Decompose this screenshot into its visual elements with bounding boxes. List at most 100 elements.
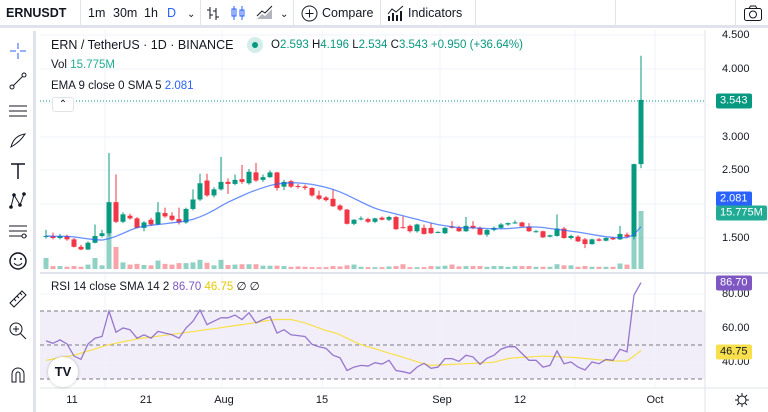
- volume-badge: 15.775M: [716, 205, 767, 221]
- market-status-icon[interactable]: [247, 37, 263, 53]
- volume-bar: [491, 266, 497, 269]
- candle-body: [288, 181, 294, 187]
- volume-bar: [596, 266, 602, 269]
- candle-body: [99, 233, 105, 236]
- price-tick: 2.500: [722, 164, 750, 176]
- candle-body: [225, 181, 231, 184]
- ema-value: 2.081: [164, 80, 194, 92]
- candle-body: [372, 218, 378, 222]
- volume-bar: [456, 266, 462, 269]
- time-tick: 12: [513, 394, 527, 406]
- candle-body: [351, 219, 357, 224]
- collapse-legend-button[interactable]: ⌃: [52, 97, 74, 112]
- volume-bar: [610, 266, 616, 269]
- volume-legend[interactable]: Vol 15.775M: [51, 59, 115, 71]
- candle-body: [498, 224, 504, 228]
- volume-bar: [351, 264, 357, 269]
- tradingview-logo[interactable]: TV: [48, 357, 78, 387]
- volume-bar: [358, 266, 364, 269]
- candle-body: [610, 238, 616, 240]
- volume-bar: [337, 266, 343, 269]
- candle-body: [456, 227, 462, 232]
- volume-bar: [617, 263, 623, 269]
- close-value: 3.543: [398, 39, 428, 51]
- volume-bar: [449, 264, 455, 269]
- volume-bar: [505, 266, 511, 269]
- volume-bar: [85, 264, 91, 269]
- candle-body: [463, 225, 469, 232]
- volume-bar: [330, 266, 336, 269]
- candle-body: [78, 246, 84, 250]
- chart-canvas[interactable]: [0, 0, 768, 412]
- candle-body: [337, 205, 343, 210]
- last-price-badge: 3.543: [716, 93, 752, 109]
- volume-bar: [309, 267, 315, 269]
- volume-bar: [302, 266, 308, 269]
- volume-value: 15.775M: [70, 59, 115, 71]
- volume-bar: [225, 264, 231, 269]
- candle-body: [148, 219, 154, 225]
- time-tick: 21: [139, 394, 153, 406]
- candle-body: [589, 239, 595, 245]
- candle-body: [379, 217, 385, 220]
- candle-body: [302, 186, 308, 188]
- volume-bar: [421, 267, 427, 269]
- candle-body: [253, 172, 259, 181]
- candle-body: [540, 231, 546, 238]
- volume-bar: [50, 266, 56, 269]
- volume-bar: [197, 259, 203, 269]
- candle-body: [533, 231, 539, 233]
- symbol-title[interactable]: ERN / TetherUS · 1D · BINANCE: [51, 38, 233, 52]
- high-label: H: [311, 39, 321, 51]
- time-tick: Oct: [646, 394, 664, 406]
- rsi-na-values: ∅ ∅: [236, 281, 260, 293]
- volume-bar: [169, 264, 175, 269]
- rsi-badge: 86.70: [716, 275, 752, 291]
- settings-gear-icon[interactable]: [734, 392, 750, 408]
- ema-line: [45, 182, 642, 241]
- candle-body: [484, 229, 490, 235]
- volume-bar: [155, 260, 161, 269]
- candle-body: [512, 222, 518, 224]
- volume-bar: [64, 266, 70, 269]
- volume-bar: [603, 266, 609, 269]
- volume-bars: [43, 210, 644, 269]
- candle-body: [127, 215, 133, 219]
- high-value: 4.196: [320, 39, 350, 51]
- ema-legend[interactable]: EMA 9 close 0 SMA 5 2.081: [51, 80, 194, 92]
- volume-bar: [554, 264, 560, 269]
- volume-bar: [624, 264, 630, 269]
- volume-bar: [512, 266, 518, 269]
- volume-bar: [113, 246, 119, 269]
- candle-body: [575, 236, 581, 242]
- candle-body: [596, 239, 602, 241]
- chart-legend: ERN / TetherUS · 1D · BINANCE O2.593 H4.…: [51, 37, 523, 53]
- time-tick: 15: [315, 394, 329, 406]
- volume-bar: [407, 267, 413, 269]
- candle-body: [547, 235, 553, 237]
- candle-body: [155, 212, 161, 225]
- rsi-legend[interactable]: RSI 14 close SMA 14 2 86.70 46.75 ∅ ∅: [51, 279, 260, 293]
- candle-body: [71, 239, 77, 247]
- volume-bar: [148, 265, 154, 269]
- candle-body: [393, 217, 399, 230]
- volume-bar: [526, 266, 532, 269]
- candle-body: [85, 242, 91, 250]
- candle-body: [344, 209, 350, 224]
- volume-bar: [463, 266, 469, 269]
- time-tick: 11: [66, 394, 78, 406]
- open-label: O: [271, 39, 280, 51]
- volume-bar: [365, 267, 371, 269]
- volume-bar: [246, 264, 252, 269]
- candle-body: [421, 227, 427, 234]
- volume-bar: [540, 266, 546, 269]
- price-tick: 1.500: [722, 232, 750, 244]
- volume-bar: [435, 266, 441, 269]
- volume-bar: [190, 262, 196, 269]
- volume-bar: [589, 266, 595, 269]
- volume-bar: [442, 265, 448, 269]
- candle-body: [134, 218, 140, 228]
- volume-bar: [260, 265, 266, 269]
- candle-body: [246, 171, 252, 184]
- volume-bar: [274, 265, 280, 269]
